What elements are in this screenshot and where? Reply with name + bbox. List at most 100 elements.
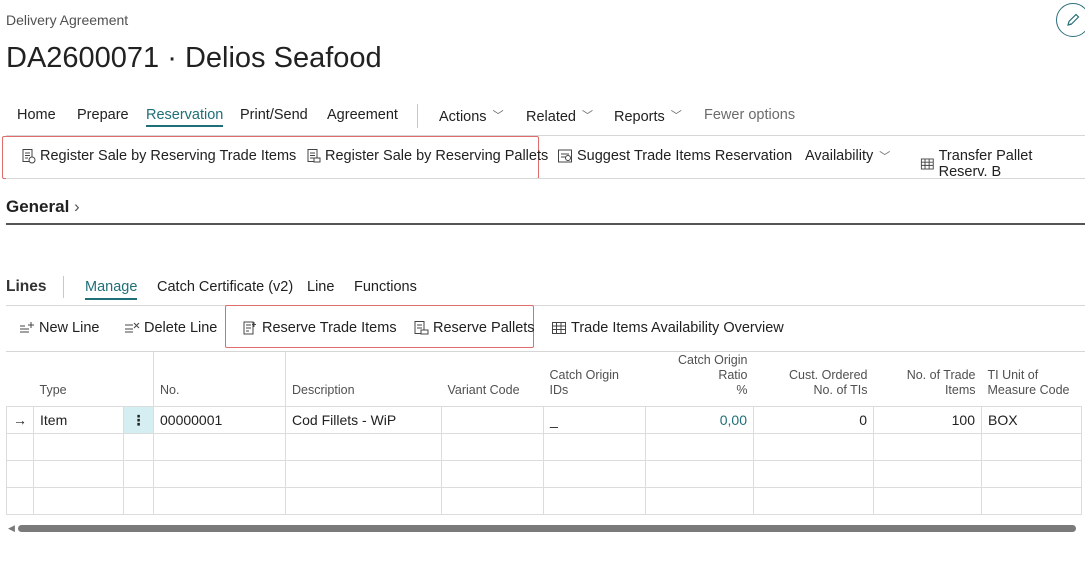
menu-reports-label: Reports [614, 109, 665, 125]
delete-line-label: Delete Line [144, 320, 218, 336]
menu-actions-label: Actions [439, 109, 487, 125]
col-ratio[interactable]: Catch Origin Ratio% [646, 352, 754, 407]
chevron-down-icon: ﹀ [670, 110, 682, 122]
suggest-icon [558, 149, 572, 163]
lines-tabs-divider [6, 305, 1085, 306]
grid-icon [552, 322, 566, 334]
cell-no-trade[interactable]: 100 [873, 406, 982, 434]
row-indicator-icon: → [6, 406, 34, 434]
menu-divider [417, 104, 418, 128]
fewer-options-link[interactable]: Fewer options [704, 107, 795, 123]
transfer-pallet-button[interactable]: Transfer Pallet Reserv. B [920, 148, 1085, 180]
availability-overview-button[interactable]: Trade Items Availability Overview [551, 320, 784, 336]
col-uom[interactable]: TI Unit of Measure Code [982, 352, 1082, 407]
menu-reservation[interactable]: Reservation [146, 107, 224, 127]
reserve-trade-items-label: Reserve Trade Items [262, 320, 397, 336]
lines-divider [63, 276, 64, 298]
general-rule [6, 223, 1085, 225]
cell-uom[interactable]: BOX [981, 406, 1082, 434]
edit-button[interactable] [1056, 3, 1085, 37]
cell-catch-ids[interactable]: _ [543, 406, 646, 434]
row-menu-icon[interactable]: ⋮ [123, 406, 154, 434]
document-reserve-icon [22, 149, 36, 164]
menu-home[interactable]: Home [17, 107, 56, 123]
col-catch-ids-l2: IDs [549, 383, 569, 397]
reserve-icon [243, 321, 256, 335]
col-catch-ids[interactable]: Catch Origin IDs [544, 352, 646, 407]
col-ratio-l2: % [736, 383, 748, 397]
col-description[interactable]: Description [286, 352, 442, 407]
availability-label: Availability [805, 148, 874, 164]
col-cust-ordered-l1: Cust. Ordered [788, 368, 868, 382]
col-no[interactable]: No. [153, 352, 286, 407]
menu-related[interactable]: Related ﹀ [526, 107, 593, 125]
col-no-trade[interactable]: No. of Trade Items [874, 352, 982, 407]
table-row[interactable] [6, 433, 1082, 461]
table-row[interactable] [6, 487, 1082, 515]
general-title: General [6, 197, 70, 216]
horizontal-scrollbar[interactable] [18, 525, 1076, 532]
pencil-icon [1067, 13, 1080, 26]
action-divider-line [6, 178, 1085, 179]
scroll-left-icon[interactable]: ◀ [8, 523, 15, 534]
col-catch-ids-l1: Catch Origin [549, 368, 619, 382]
lines-tab-line[interactable]: Line [307, 279, 334, 295]
new-line-icon [20, 322, 34, 333]
register-sale-pallets-label: Register Sale by Reserving Pallets [325, 148, 549, 164]
transfer-icon [920, 158, 934, 170]
menu-reports[interactable]: Reports ﹀ [614, 107, 682, 125]
menu-prepare[interactable]: Prepare [77, 107, 129, 123]
chevron-down-icon: ﹀ [581, 110, 593, 122]
col-no-trade-l1: No. of Trade [906, 368, 976, 382]
col-cust-ordered-l2: No. of TIs [813, 383, 868, 397]
table-row[interactable]: → Item ⋮ 00000001 Cod Fillets - WiP _ 0,… [6, 406, 1082, 434]
general-section-toggle[interactable]: General › [6, 197, 80, 217]
suggest-reservation-label: Suggest Trade Items Reservation [577, 148, 793, 164]
menu-agreement[interactable]: Agreement [327, 107, 398, 123]
chevron-down-icon: ﹀ [492, 110, 504, 122]
menu-related-label: Related [526, 109, 576, 125]
col-variant[interactable]: Variant Code [442, 352, 544, 407]
lines-title: Lines [6, 278, 47, 295]
col-menu [123, 352, 154, 407]
lines-tab-catch-certificate[interactable]: Catch Certificate (v2) [157, 279, 293, 295]
availability-dropdown[interactable]: Availability ﹀ [805, 148, 890, 164]
suggest-reservation-button[interactable]: Suggest Trade Items Reservation [557, 148, 792, 164]
new-line-button[interactable]: New Line [19, 320, 99, 336]
delete-line-icon [125, 322, 140, 333]
reserve-pallets-label: Reserve Pallets [433, 320, 535, 336]
lines-tab-manage[interactable]: Manage [85, 279, 138, 300]
cell-cust-ordered[interactable]: 0 [753, 406, 874, 434]
table-header: Type No. Description Variant Code Catch … [7, 352, 1082, 407]
menu-actions[interactable]: Actions ﹀ [439, 107, 504, 125]
menu-print-send[interactable]: Print/Send [240, 107, 308, 123]
col-uom-l2: Measure Code [987, 383, 1070, 397]
register-sale-pallets-button[interactable]: Register Sale by Reserving Pallets [305, 148, 548, 164]
breadcrumb: Delivery Agreement [6, 12, 129, 28]
delete-line-button[interactable]: Delete Line [124, 320, 217, 336]
page-title: DA2600071 · Delios Seafood [6, 42, 382, 74]
cell-variant[interactable] [441, 406, 544, 434]
chevron-right-icon: › [69, 197, 80, 216]
col-uom-l1: TI Unit of [987, 368, 1039, 382]
lines-tab-functions[interactable]: Functions [354, 279, 417, 295]
cell-no[interactable]: 00000001 [153, 406, 286, 434]
col-no-trade-l2: Items [944, 383, 976, 397]
new-line-label: New Line [39, 320, 100, 336]
col-type[interactable]: Type [34, 352, 124, 407]
col-arrow [7, 352, 34, 407]
availability-overview-label: Trade Items Availability Overview [571, 320, 784, 336]
document-pallet-icon [307, 149, 321, 163]
register-sale-trade-items-button[interactable]: Register Sale by Reserving Trade Items [20, 148, 296, 164]
col-ratio-l1: Catch Origin Ratio [678, 353, 748, 382]
cell-description[interactable]: Cod Fillets - WiP [285, 406, 442, 434]
chevron-down-icon: ﹀ [879, 151, 891, 163]
reserve-pallets-button[interactable]: Reserve Pallets [413, 320, 535, 336]
cell-type[interactable]: Item [33, 406, 124, 434]
lines-table: Type No. Description Variant Code Catch … [6, 352, 1082, 515]
cell-ratio[interactable]: 0,00 [645, 406, 754, 434]
table-row[interactable] [6, 460, 1082, 488]
col-cust-ordered[interactable]: Cust. Ordered No. of TIs [754, 352, 874, 407]
transfer-pallet-label: Transfer Pallet Reserv. B [938, 148, 1033, 180]
reserve-trade-items-button[interactable]: Reserve Trade Items [242, 320, 397, 336]
